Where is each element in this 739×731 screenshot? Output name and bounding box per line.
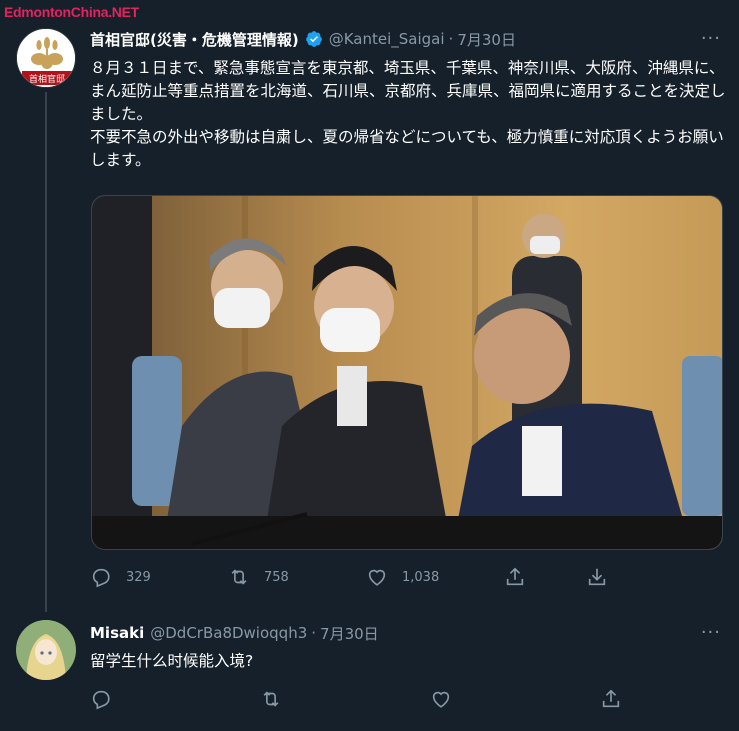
avatar-misaki[interactable] [16, 620, 76, 680]
reply-share-button[interactable] [600, 688, 640, 710]
author-handle[interactable]: @Kantei_Saigai [329, 30, 445, 48]
thread-connector-line [45, 92, 47, 612]
reply-more-icon[interactable]: ··· [701, 624, 721, 642]
reply-header: Misaki @DdCrBa8Dwioqqh3 · 7月30日 [90, 622, 379, 644]
download-button[interactable] [586, 566, 626, 588]
reply-author-name[interactable]: Misaki [90, 624, 144, 642]
reply-icon [92, 690, 110, 710]
tweet-photo[interactable] [91, 195, 723, 550]
reply-text: 留学生什么时候能入境? [90, 652, 254, 670]
like-icon [432, 691, 450, 708]
retweet-icon [231, 569, 247, 585]
reply-actions [90, 688, 640, 710]
share-button[interactable] [504, 566, 586, 588]
avatar-kantei[interactable]: 首相官邸 [16, 28, 76, 88]
download-icon [588, 568, 606, 586]
press-conference-photo [92, 196, 722, 549]
tweet-text: ８月３１日まで、緊急事態宣言を東京都、埼玉県、千葉県、神奈川県、大阪府、沖縄県に… [90, 59, 726, 169]
reply-like-button[interactable] [430, 688, 600, 710]
tweet-header: 首相官邸(災害・危機管理情報) @Kantei_Saigai · 7月30日 [90, 28, 516, 50]
separator-dot: · [448, 30, 454, 48]
more-icon[interactable]: ··· [701, 30, 721, 48]
avatar-caption: 首相官邸 [29, 73, 65, 85]
reply-author-handle[interactable]: @DdCrBa8Dwioqqh3 [150, 624, 307, 642]
reply-date[interactable]: 7月30日 [320, 623, 379, 644]
share-icon [506, 567, 524, 586]
like-count: 1,038 [402, 569, 440, 585]
tweet-actions: 329 758 1,038 [90, 566, 626, 588]
reply-count: 329 [126, 569, 151, 585]
reply-button[interactable]: 329 [90, 566, 228, 588]
retweet-count: 758 [264, 569, 289, 585]
retweet-button[interactable]: 758 [228, 566, 366, 588]
retweet-icon [263, 691, 279, 707]
share-icon [602, 689, 620, 708]
verified-badge-icon [305, 30, 323, 48]
reply-separator-dot: · [311, 624, 317, 642]
paulownia-crest-icon: 首相官邸 [17, 29, 75, 87]
reply-retweet-button[interactable] [260, 688, 430, 710]
reply-icon [92, 568, 110, 588]
anime-avatar-icon [16, 620, 76, 680]
author-name[interactable]: 首相官邸(災害・危機管理情報) [90, 29, 299, 50]
watermark: EdmontonChina.NET [4, 4, 139, 20]
like-icon [368, 569, 386, 586]
reply-reply-button[interactable] [90, 688, 260, 710]
like-button[interactable]: 1,038 [366, 566, 504, 588]
tweet-date[interactable]: 7月30日 [457, 29, 516, 50]
